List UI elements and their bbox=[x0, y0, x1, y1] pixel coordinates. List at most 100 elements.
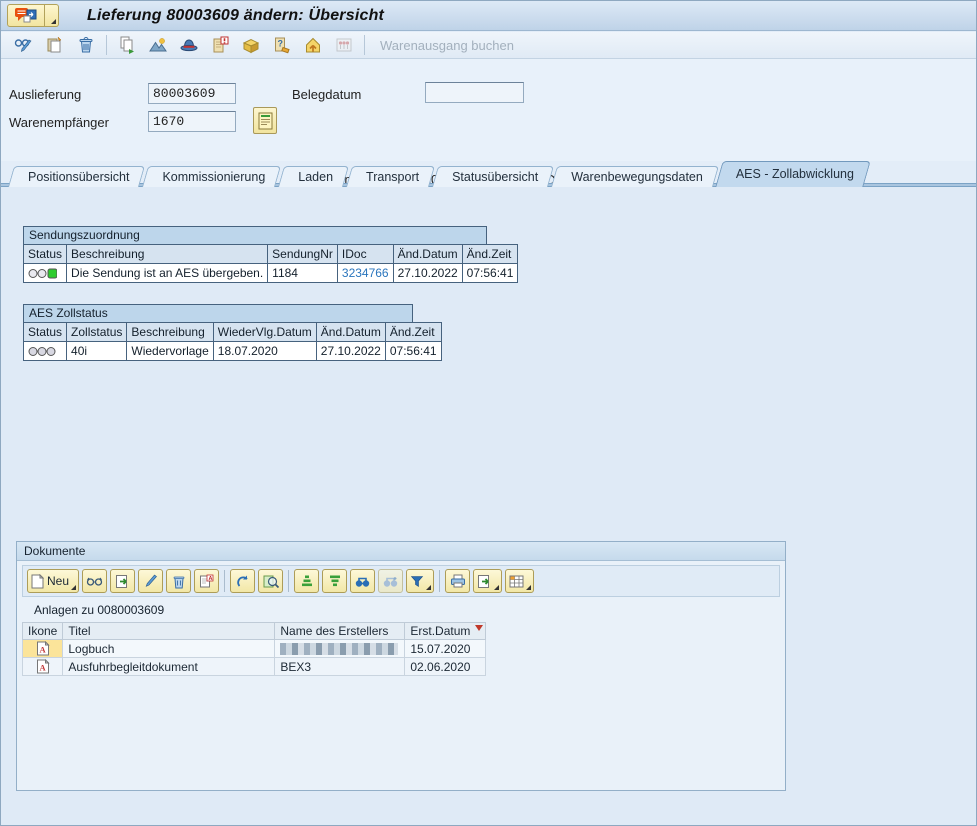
attachment-row[interactable]: A Logbuch 15.07.2020 bbox=[23, 640, 486, 658]
new-document-icon bbox=[31, 574, 44, 589]
svg-text:A: A bbox=[39, 645, 46, 655]
pack-icon[interactable] bbox=[238, 34, 264, 57]
tab-warenbewegungsdaten[interactable]: Warenbewegungsdaten bbox=[554, 166, 716, 187]
print-button[interactable] bbox=[445, 569, 470, 593]
toolbar-separator bbox=[364, 35, 365, 55]
column-header: Änd.Datum bbox=[393, 245, 462, 264]
idoc-cell: 3234766 bbox=[337, 264, 393, 283]
page-title: Lieferung 80003609 ändern: Übersicht bbox=[87, 7, 384, 25]
toolbar-separator bbox=[224, 570, 225, 592]
doc-date-input[interactable] bbox=[425, 82, 524, 103]
table-row: 40i Wiedervorlage 18.07.2020 27.10.2022 … bbox=[24, 342, 442, 361]
services-for-object-icon bbox=[14, 7, 38, 24]
column-header: WiederVlg.Datum bbox=[213, 323, 316, 342]
check-out-button[interactable] bbox=[110, 569, 135, 593]
documents-toolbar: Neu A bbox=[22, 565, 780, 597]
svg-text:A: A bbox=[39, 663, 46, 673]
trash-icon bbox=[172, 574, 186, 589]
attachment-icon-cell[interactable]: A bbox=[23, 658, 63, 676]
delete-icon[interactable] bbox=[73, 34, 99, 57]
find-button[interactable] bbox=[350, 569, 375, 593]
filter-icon bbox=[410, 575, 424, 588]
column-header: Status bbox=[24, 323, 67, 342]
services-dropdown-button[interactable] bbox=[45, 4, 59, 27]
resubmission-date-cell: 18.07.2020 bbox=[213, 342, 316, 361]
delete-document-button[interactable] bbox=[166, 569, 191, 593]
printer-icon bbox=[450, 574, 466, 588]
filter-button[interactable] bbox=[406, 569, 434, 593]
column-header: Ikone bbox=[23, 623, 63, 640]
sap-window: Lieferung 80003609 ändern: Übersicht ? bbox=[0, 0, 977, 826]
attachment-row[interactable]: A Ausfuhrbegleitdokument BEX3 02.06.2020 bbox=[23, 658, 486, 676]
tab-aes-zollabwicklung[interactable]: AES - Zollabwicklung bbox=[719, 161, 867, 187]
description-cell: Wiedervorlage bbox=[127, 342, 213, 361]
tab-transport[interactable]: Transport bbox=[349, 166, 432, 187]
column-header[interactable]: Name des Erstellers bbox=[275, 623, 405, 640]
check-out-icon bbox=[115, 574, 130, 589]
display-glasses-button[interactable] bbox=[82, 569, 107, 593]
traffic-light-inactive-icon bbox=[28, 345, 57, 358]
customs-status-cell: 40i bbox=[67, 342, 127, 361]
toolbar-separator bbox=[288, 570, 289, 592]
copy-icon[interactable] bbox=[42, 34, 68, 57]
shipment-number-cell: 1184 bbox=[268, 264, 338, 283]
column-header-sorted[interactable]: Erst.Datum bbox=[405, 623, 486, 640]
delivery-input[interactable] bbox=[148, 83, 236, 104]
calculator-disabled-icon bbox=[331, 34, 357, 57]
preview-button[interactable] bbox=[258, 569, 283, 593]
edit-button[interactable] bbox=[138, 569, 163, 593]
attachment-icon-cell-selected[interactable]: A bbox=[23, 640, 63, 658]
pdf-file-icon: A bbox=[36, 659, 50, 674]
pencil-icon bbox=[144, 574, 158, 588]
display-change-icon[interactable] bbox=[11, 34, 37, 57]
toolbar-separator bbox=[439, 570, 440, 592]
shipment-assignment-table: Status Beschreibung SendungNr IDoc Änd.D… bbox=[23, 244, 518, 283]
column-header: Änd.Zeit bbox=[462, 245, 518, 264]
copy-document-icon[interactable] bbox=[114, 34, 140, 57]
binoculars-icon bbox=[355, 575, 370, 588]
redacted-creator-name bbox=[280, 643, 398, 655]
find-next-button bbox=[378, 569, 403, 593]
tab-content-aes: Sendungszuordnung Status Beschreibung Se… bbox=[1, 187, 976, 826]
attachment-creator-cell bbox=[275, 640, 405, 658]
sort-descending-button[interactable] bbox=[322, 569, 347, 593]
change-time-cell: 07:56:41 bbox=[385, 342, 441, 361]
services-for-object-button[interactable] bbox=[7, 4, 45, 27]
column-header[interactable]: Titel bbox=[63, 623, 275, 640]
tab-laden[interactable]: Laden bbox=[281, 166, 346, 187]
documents-panel-title: Dokumente bbox=[17, 542, 785, 561]
output-icon[interactable]: ? bbox=[269, 34, 295, 57]
new-document-button[interactable]: Neu bbox=[27, 569, 79, 593]
goods-issue-button: Warenausgang buchen bbox=[372, 38, 522, 53]
attachment-creator-cell: BEX3 bbox=[275, 658, 405, 676]
magnifier-document-icon bbox=[263, 574, 279, 589]
pdf-file-icon: A bbox=[36, 641, 50, 656]
export-button[interactable] bbox=[473, 569, 502, 593]
display-pdf-button[interactable]: A bbox=[194, 569, 219, 593]
partner-details-button[interactable] bbox=[253, 107, 277, 134]
idoc-link[interactable]: 3234766 bbox=[342, 266, 389, 280]
column-header: Beschreibung bbox=[67, 245, 268, 264]
pdf-document-icon: A bbox=[199, 574, 214, 589]
attachment-title-cell: Ausfuhrbegleitdokument bbox=[63, 658, 275, 676]
pick-icon[interactable] bbox=[176, 34, 202, 57]
table-row: Die Sendung ist an AES übergeben. 1184 3… bbox=[24, 264, 518, 283]
shipment-assignment-title: Sendungszuordnung bbox=[23, 226, 487, 245]
sort-ascending-button[interactable] bbox=[294, 569, 319, 593]
overview-icon[interactable] bbox=[145, 34, 171, 57]
shipment-assignment-group: Sendungszuordnung Status Beschreibung Se… bbox=[23, 226, 518, 283]
change-time-cell: 07:56:41 bbox=[462, 264, 518, 283]
delivery-label: Auslieferung bbox=[9, 87, 81, 102]
partner-document-icon bbox=[258, 112, 273, 130]
refresh-button[interactable] bbox=[230, 569, 255, 593]
layout-button[interactable] bbox=[505, 569, 534, 593]
goods-movement-icon[interactable] bbox=[300, 34, 326, 57]
ship-to-input[interactable] bbox=[148, 111, 236, 132]
tab-kommissionierung[interactable]: Kommissionierung bbox=[145, 166, 278, 187]
aes-customs-status-group: AES Zollstatus Status Zollstatus Beschre… bbox=[23, 304, 442, 361]
attachment-date-cell: 02.06.2020 bbox=[405, 658, 486, 676]
incompletion-log-icon[interactable] bbox=[207, 34, 233, 57]
tab-statusuebersicht[interactable]: Statusübersicht bbox=[435, 166, 551, 187]
document-header-form: Auslieferung Belegdatum Warenempfänger C… bbox=[1, 59, 976, 161]
tab-positionsuebersicht[interactable]: Positionsübersicht bbox=[11, 166, 142, 187]
